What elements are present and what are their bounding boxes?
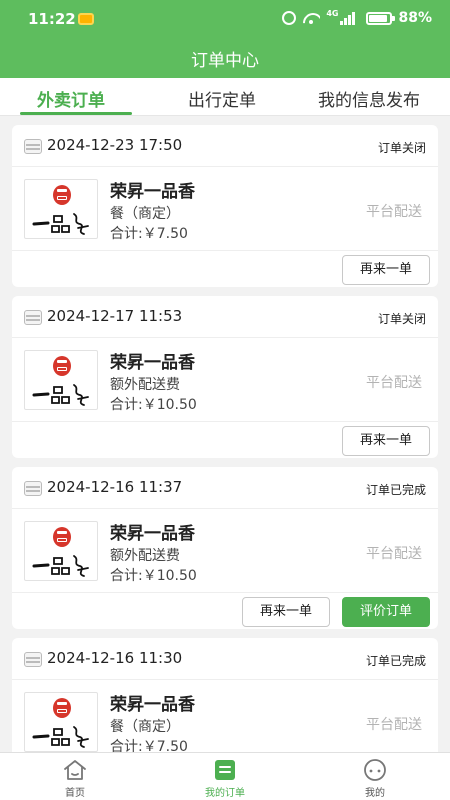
- order-item: 餐（商定）: [110, 206, 180, 222]
- logo-seal-icon: [53, 185, 71, 205]
- store-icon: [24, 310, 42, 325]
- order-status: 订单关闭: [377, 141, 426, 155]
- reorder-button[interactable]: 再来一单: [342, 426, 430, 456]
- reorder-button[interactable]: 再来一单: [342, 255, 430, 285]
- app-header: 11:22 4G 88% 订单中心: [0, 0, 450, 78]
- nav-my-orders-label: 我的订单: [205, 788, 245, 799]
- order-time: 2024-12-16 11:37: [47, 478, 183, 496]
- wifi-icon: [302, 11, 320, 25]
- tab-travel-orders[interactable]: 出行定单: [188, 86, 256, 111]
- order-status: 订单已完成: [365, 654, 426, 668]
- delivery-type: 平台配送: [366, 204, 422, 220]
- order-card-header: 2024-12-23 17:50 订单关闭: [12, 125, 438, 167]
- store-logo: [24, 350, 98, 410]
- store-icon: [24, 139, 42, 154]
- order-card-actions: 再来一单: [12, 422, 438, 458]
- tab-takeout-orders[interactable]: 外卖订单: [37, 86, 105, 111]
- nav-home-label: 首页: [65, 788, 85, 799]
- order-item: 餐（商定）: [110, 719, 180, 735]
- logo-calligraphy-icon: [32, 213, 89, 235]
- order-item: 额外配送费: [110, 377, 180, 393]
- order-card-body[interactable]: 荣昇一品香 餐（商定） 合计:￥7.50 平台配送: [12, 167, 438, 251]
- status-bar: 11:22 4G 88%: [0, 0, 450, 38]
- review-order-button[interactable]: 评价订单: [342, 597, 430, 627]
- order-total: 合计:￥10.50: [110, 397, 197, 413]
- order-card[interactable]: 2024-12-23 17:50 订单关闭 荣昇一品香 餐（商定） 合计:￥7.…: [12, 125, 438, 287]
- page-title: 订单中心: [191, 51, 259, 71]
- delivery-type: 平台配送: [366, 375, 422, 391]
- nav-profile[interactable]: 我的: [300, 753, 450, 800]
- order-status: 订单关闭: [377, 312, 426, 326]
- battery-icon: [366, 11, 396, 25]
- status-indicators: 4G 88%: [282, 8, 432, 26]
- nav-profile-label: 我的: [365, 788, 385, 799]
- order-card-body[interactable]: 荣昇一品香 额外配送费 合计:￥10.50 平台配送: [12, 509, 438, 593]
- active-tab-indicator: [20, 112, 132, 115]
- store-logo: [24, 179, 98, 239]
- order-total: 合计:￥10.50: [110, 568, 197, 584]
- logo-seal-icon: [53, 527, 71, 547]
- tab-my-posts[interactable]: 我的信息发布: [318, 86, 420, 111]
- reorder-button[interactable]: 再来一单: [242, 597, 330, 627]
- nav-home[interactable]: 首页: [0, 753, 150, 800]
- logo-seal-icon: [53, 356, 71, 376]
- order-list-icon: [215, 760, 235, 780]
- bottom-nav: 首页 我的订单 我的: [0, 752, 450, 800]
- store-logo: [24, 521, 98, 581]
- signal-icon: [340, 11, 360, 25]
- order-card-header: 2024-12-16 11:30 订单已完成: [12, 638, 438, 680]
- order-card-header: 2024-12-17 11:53 订单关闭: [12, 296, 438, 338]
- profile-icon: [364, 759, 386, 781]
- order-card-actions: 再来一单: [12, 251, 438, 287]
- logo-calligraphy-icon: [32, 726, 89, 748]
- store-logo: [24, 692, 98, 752]
- notification-app-icon: [78, 13, 94, 25]
- order-card[interactable]: 2024-12-16 11:37 订单已完成 荣昇一品香 额外配送费 合计:￥1…: [12, 467, 438, 629]
- store-name: 荣昇一品香: [110, 182, 195, 202]
- order-card-actions: 再来一单 评价订单: [12, 593, 438, 629]
- network-type: 4G: [326, 8, 339, 18]
- logo-calligraphy-icon: [32, 384, 89, 406]
- store-name: 荣昇一品香: [110, 524, 195, 544]
- order-item: 额外配送费: [110, 548, 180, 564]
- order-time: 2024-12-17 11:53: [47, 307, 183, 325]
- battery-percent: 88%: [398, 10, 432, 26]
- alarm-icon: [282, 11, 297, 25]
- store-icon: [24, 652, 42, 667]
- order-card[interactable]: 2024-12-17 11:53 订单关闭 荣昇一品香 额外配送费 合计:￥10…: [12, 296, 438, 458]
- order-card-body[interactable]: 荣昇一品香 额外配送费 合计:￥10.50 平台配送: [12, 338, 438, 422]
- home-icon: [64, 760, 86, 780]
- order-total: 合计:￥7.50: [110, 226, 188, 242]
- order-status: 订单已完成: [365, 483, 426, 497]
- nav-my-orders[interactable]: 我的订单: [150, 753, 300, 800]
- status-time: 11:22: [28, 10, 76, 28]
- order-time: 2024-12-16 11:30: [47, 649, 183, 667]
- order-tabs: 外卖订单 出行定单 我的信息发布: [0, 78, 450, 116]
- order-time: 2024-12-23 17:50: [47, 136, 183, 154]
- order-card-header: 2024-12-16 11:37 订单已完成: [12, 467, 438, 509]
- delivery-type: 平台配送: [366, 546, 422, 562]
- store-icon: [24, 481, 42, 496]
- store-name: 荣昇一品香: [110, 353, 195, 373]
- store-name: 荣昇一品香: [110, 695, 195, 715]
- delivery-type: 平台配送: [366, 717, 422, 733]
- logo-seal-icon: [53, 698, 71, 718]
- logo-calligraphy-icon: [32, 555, 89, 577]
